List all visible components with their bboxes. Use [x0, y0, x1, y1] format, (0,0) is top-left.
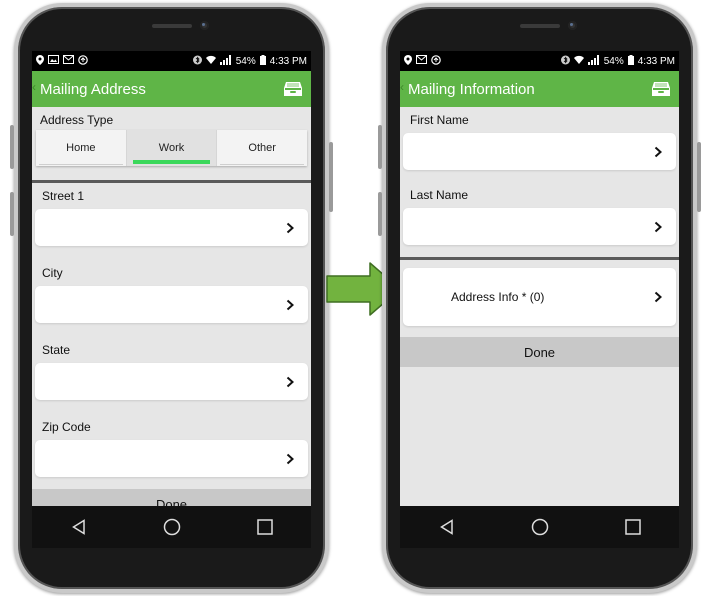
- battery-percent: 54%: [603, 55, 624, 67]
- android-nav-bar: [400, 506, 679, 548]
- last-name-label: Last Name: [410, 188, 469, 202]
- street1-label: Street 1: [42, 189, 85, 203]
- status-bar: 54% 4:33 PM: [400, 51, 679, 71]
- mail-icon: [63, 55, 74, 67]
- bluetooth-icon: [560, 55, 570, 68]
- page-title: Mailing Address: [40, 80, 146, 98]
- left-screen: 54% 4:33 PM ‹ Mailing Address Address Ty…: [32, 51, 311, 548]
- city-label: City: [42, 266, 63, 280]
- back-icon[interactable]: ‹: [32, 80, 36, 94]
- address-type-home[interactable]: Home: [36, 130, 127, 166]
- volume-up-button: [10, 125, 14, 169]
- first-name-field[interactable]: [403, 133, 676, 170]
- android-nav-bar: [32, 506, 311, 548]
- home-nav-icon[interactable]: [522, 512, 558, 542]
- mail-icon: [416, 55, 427, 67]
- battery-icon: [627, 54, 634, 68]
- address-type-home-label: Home: [66, 142, 96, 154]
- city-field[interactable]: [35, 286, 308, 323]
- done-button[interactable]: Done: [400, 337, 679, 367]
- back-nav-icon[interactable]: [429, 512, 465, 542]
- bluetooth-icon: [192, 55, 202, 68]
- volume-down-button: [10, 192, 14, 236]
- app-bar: ‹ Mailing Address: [32, 71, 311, 107]
- zip-code-label: Zip Code: [42, 420, 91, 434]
- right-phone-frame: 54% 4:33 PM ‹ Mailing Information First …: [378, 3, 701, 593]
- home-nav-icon[interactable]: [154, 512, 190, 542]
- selected-indicator: [132, 160, 211, 164]
- done-label: Done: [523, 344, 556, 360]
- address-type-label: Address Type: [40, 113, 114, 127]
- archive-icon[interactable]: [283, 81, 303, 97]
- zip-code-field[interactable]: [35, 440, 308, 477]
- front-camera: [567, 21, 577, 30]
- speaker-grille: [519, 24, 560, 28]
- location-icon: [36, 54, 44, 68]
- recents-nav-icon[interactable]: [615, 512, 651, 542]
- signal-icon: [587, 54, 600, 68]
- chevron-right-icon: [286, 376, 294, 387]
- app-bar: ‹ Mailing Information: [400, 71, 679, 107]
- front-camera: [199, 21, 209, 30]
- chevron-right-icon: [286, 299, 294, 310]
- location-icon: [404, 54, 412, 68]
- wifi-icon: [573, 55, 584, 67]
- battery-percent: 54%: [235, 55, 256, 67]
- sync-icon: [78, 54, 88, 68]
- last-name-field[interactable]: [403, 208, 676, 245]
- back-nav-icon[interactable]: [61, 512, 97, 542]
- recents-nav-icon[interactable]: [247, 512, 283, 542]
- status-bar: 54% 4:33 PM: [32, 51, 311, 71]
- clock: 4:33 PM: [269, 55, 307, 67]
- page-title: Mailing Information: [408, 80, 535, 98]
- chevron-right-icon: [654, 291, 662, 303]
- address-type-other-label: Other: [248, 142, 276, 154]
- power-button: [329, 142, 333, 212]
- clock: 4:33 PM: [637, 55, 675, 67]
- state-label: State: [42, 343, 71, 357]
- section-divider: [400, 257, 679, 260]
- signal-icon: [219, 54, 232, 68]
- volume-up-button: [378, 125, 382, 169]
- image-icon: [48, 55, 59, 67]
- address-type-work[interactable]: Work: [126, 130, 218, 166]
- battery-icon: [259, 54, 266, 68]
- chevron-right-icon: [286, 222, 294, 233]
- address-info-label: Address Info * (0): [451, 290, 545, 304]
- street1-field[interactable]: [35, 209, 308, 246]
- left-phone-frame: 54% 4:33 PM ‹ Mailing Address Address Ty…: [10, 3, 333, 593]
- state-field[interactable]: [35, 363, 308, 400]
- back-icon[interactable]: ‹: [400, 80, 404, 94]
- first-name-label: First Name: [410, 113, 469, 127]
- chevron-right-icon: [654, 146, 662, 157]
- power-button: [697, 142, 701, 212]
- wifi-icon: [205, 55, 216, 67]
- sync-icon: [431, 54, 441, 68]
- chevron-right-icon: [654, 221, 662, 232]
- address-type-other[interactable]: Other: [217, 130, 307, 166]
- speaker-grille: [151, 24, 192, 28]
- address-info-row[interactable]: Address Info * (0): [403, 268, 676, 326]
- volume-down-button: [378, 192, 382, 236]
- right-screen: 54% 4:33 PM ‹ Mailing Information First …: [400, 51, 679, 548]
- archive-icon[interactable]: [651, 81, 671, 97]
- address-type-selector: Home Work Other: [36, 130, 307, 166]
- chevron-right-icon: [286, 453, 294, 464]
- address-type-work-label: Work: [158, 142, 185, 154]
